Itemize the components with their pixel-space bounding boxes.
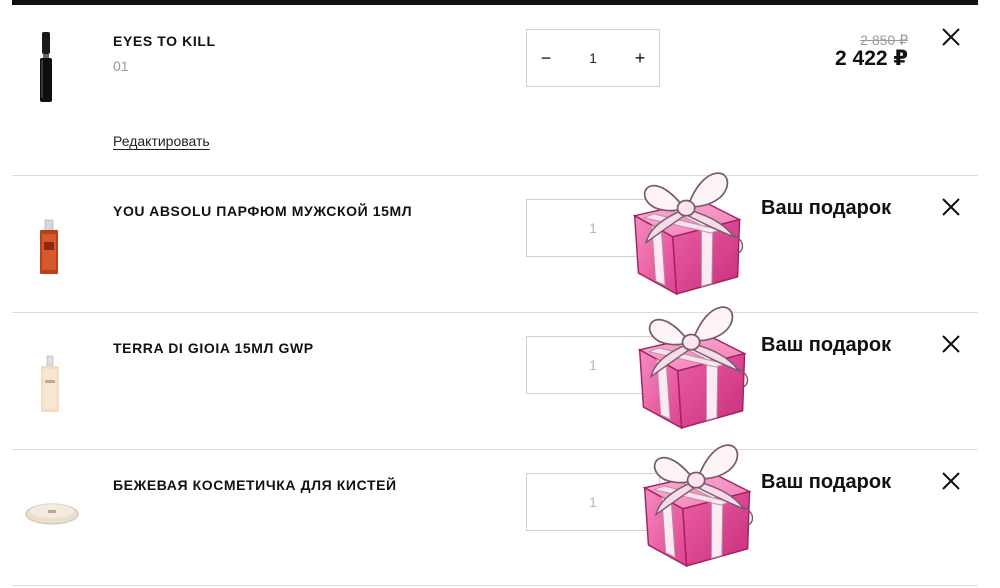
close-icon[interactable]: [940, 26, 962, 48]
quantity-stepper: − 1 +: [526, 29, 660, 87]
perfume-bottle-image: [41, 355, 59, 412]
row-divider: [12, 449, 978, 450]
top-bar: [12, 0, 978, 5]
close-icon[interactable]: [940, 196, 962, 218]
product-variant: 01: [113, 58, 129, 74]
edit-link[interactable]: Редактировать: [113, 133, 210, 149]
row-divider: [12, 585, 978, 586]
quantity-value: 1: [589, 50, 597, 66]
gift-box-icon: [632, 292, 756, 440]
gift-box-icon: [637, 430, 761, 578]
gift-box-icon: [627, 158, 751, 306]
product-name: БЕЖЕВАЯ КОСМЕТИЧКА ДЛЯ КИСТЕЙ: [113, 477, 397, 493]
mascara-product-image: [40, 32, 52, 102]
close-icon[interactable]: [940, 333, 962, 355]
close-icon[interactable]: [940, 470, 962, 492]
product-name: YOU ABSOLU ПАРФЮМ МУЖСКОЙ 15МЛ: [113, 203, 413, 219]
product-name: EYES TO KILL: [113, 33, 216, 49]
perfume-bottle-image: [40, 219, 58, 274]
gift-label: Ваш подарок: [761, 471, 892, 493]
price: 2 422 ₽: [835, 47, 908, 70]
increase-quantity-button[interactable]: +: [621, 30, 659, 86]
gift-label: Ваш подарок: [761, 197, 892, 219]
decrease-quantity-button[interactable]: −: [527, 30, 565, 86]
row-divider: [12, 175, 978, 176]
row-divider: [12, 312, 978, 313]
cosmetic-bag-image: [25, 503, 79, 525]
gift-label: Ваш подарок: [761, 334, 892, 356]
product-name: TERRA DI GIOIA 15МЛ GWP: [113, 340, 314, 356]
